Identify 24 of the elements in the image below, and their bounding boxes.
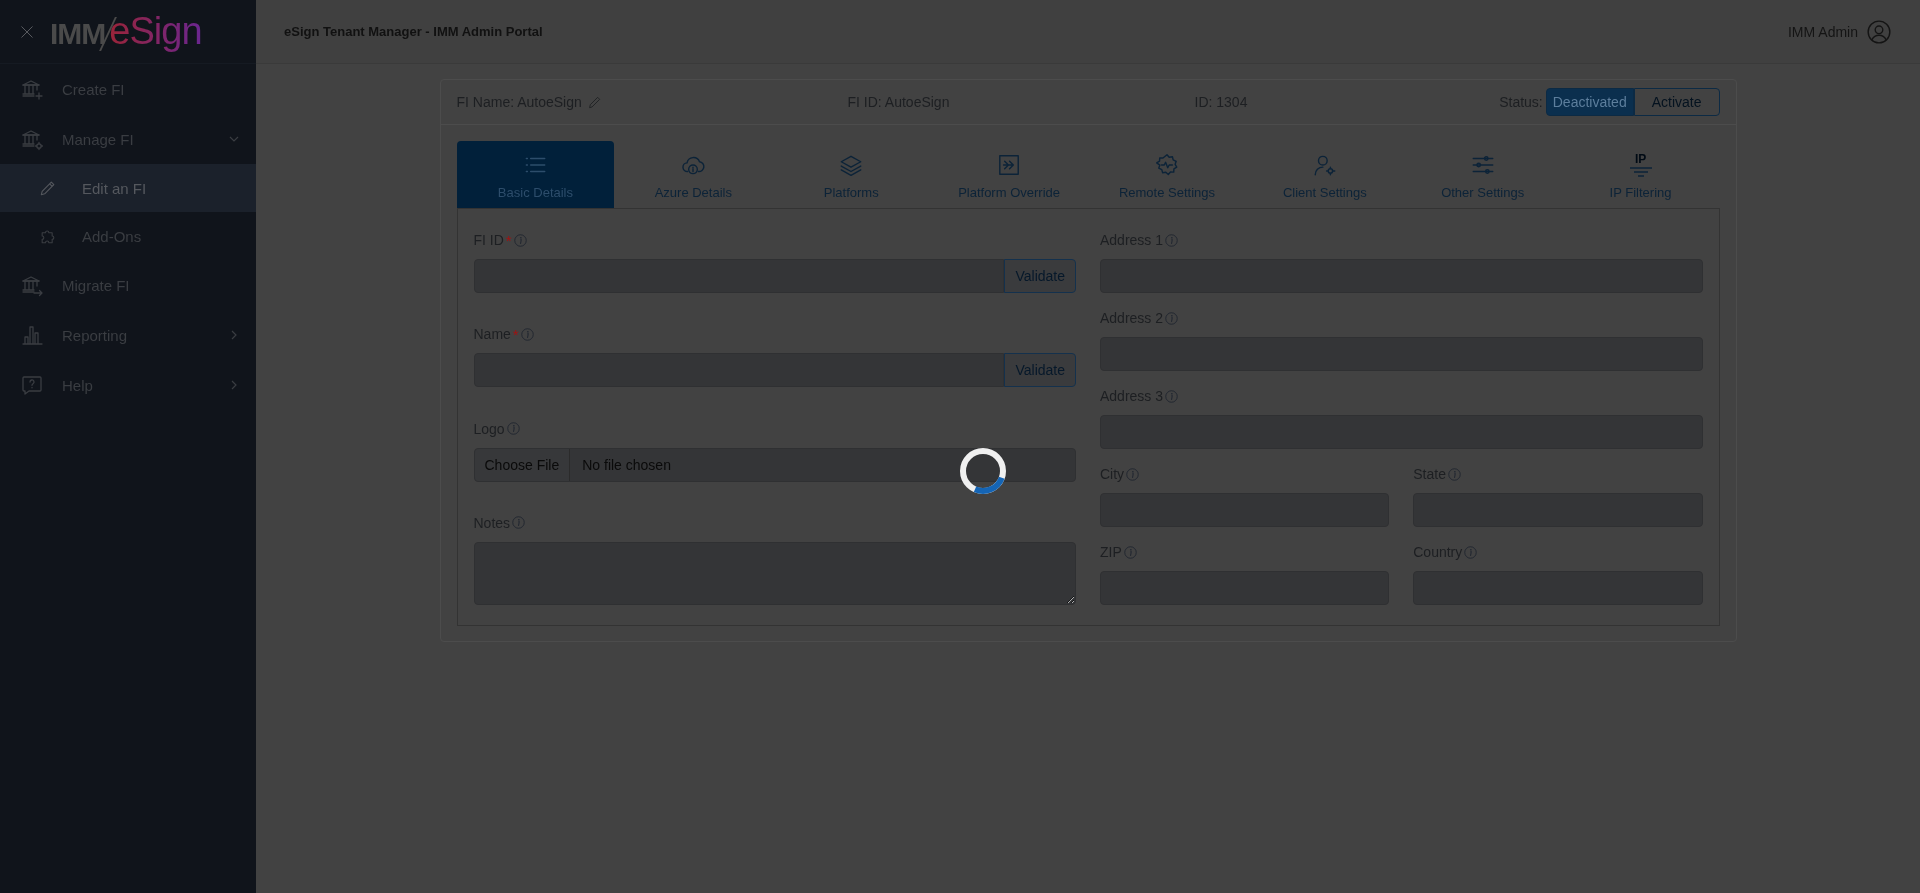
sidebar-item[interactable]: Edit an FI — [0, 164, 256, 212]
status-toggle[interactable]: Deactivated — [1545, 88, 1634, 116]
bar-chart-icon — [20, 323, 44, 347]
gear-icon — [1153, 152, 1180, 178]
info-icon — [506, 422, 520, 436]
notes-field[interactable] — [473, 542, 1076, 605]
help-icon — [20, 373, 44, 397]
info-icon — [520, 327, 534, 341]
text-field[interactable] — [473, 259, 1005, 293]
info-icon — [1165, 233, 1179, 247]
info-icon — [1464, 545, 1478, 559]
info-icon — [1165, 311, 1179, 325]
info-icon — [1123, 545, 1137, 559]
text-field[interactable] — [473, 353, 1005, 388]
status-toggle[interactable]: Activate — [1633, 88, 1720, 116]
info-icon — [1126, 467, 1140, 481]
required-mark: * — [505, 231, 512, 249]
required-mark: * — [512, 325, 519, 343]
info-icon — [513, 233, 527, 247]
info-icon — [512, 516, 526, 530]
user-avatar-icon — [1866, 18, 1892, 45]
info-icon — [1165, 389, 1179, 403]
edit-icon — [586, 94, 603, 110]
info-icon — [1447, 467, 1461, 481]
